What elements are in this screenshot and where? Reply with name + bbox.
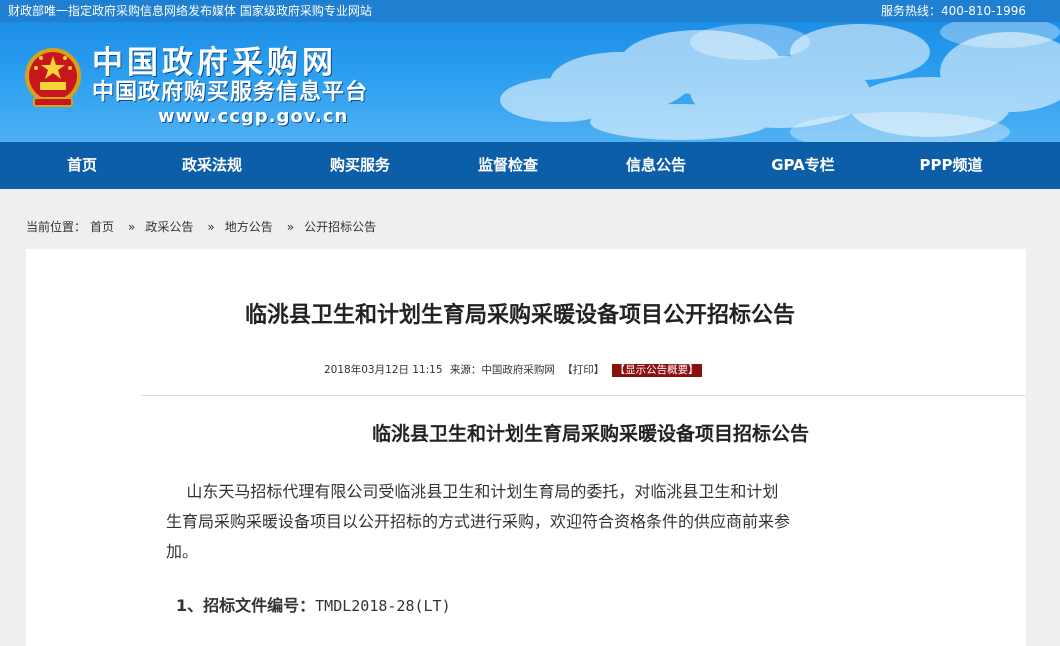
article-meta: 2018年03月12日 11:15 来源：中国政府采购网 【打印】 【显示公告概… (324, 362, 702, 377)
breadcrumb-separator: » (128, 220, 136, 234)
top-info-bar: 财政部唯一指定政府采购信息网络发布媒体 国家级政府采购专业网站 服务热线：400… (0, 0, 1060, 22)
article-title: 临洮县卫生和计划生育局采购采暖设备项目公开招标公告 (244, 303, 795, 328)
tender-number-value: TMDL2018-28(LT) (315, 597, 451, 615)
site-title: 中国政府采购网 (92, 45, 337, 81)
tender-number-label: 1、招标文件编号： (176, 596, 316, 615)
top-info-text: 财政部唯一指定政府采购信息网络发布媒体 国家级政府采购专业网站 (8, 4, 372, 18)
nav-item-announcements[interactable]: 信息公告 (626, 142, 686, 189)
site-banner: 中国政府采购网 中国政府购买服务信息平台 www.ccgp.gov.cn (0, 22, 1060, 142)
service-hotline: 服务热线：400-810-1996 (880, 4, 1026, 18)
paragraph-line: 生育局采购采暖设备项目以公开招标的方式进行采购，欢迎符合资格条件的供应商前来参 (166, 512, 791, 531)
show-summary-button[interactable]: 【显示公告概要】 (611, 364, 702, 377)
article-source: 来源：中国政府采购网 (449, 364, 555, 376)
breadcrumb-link-announcements[interactable]: 政采公告 (145, 220, 193, 234)
nav-item-supervision[interactable]: 监督检查 (478, 142, 538, 189)
nav-item-regulations[interactable]: 政采法规 (182, 142, 242, 189)
site-url: www.ccgp.gov.cn (158, 106, 349, 127)
breadcrumb: 当前位置： 首页 » 政采公告 » 地方公告 » 公开招标公告 (26, 218, 380, 235)
divider (141, 395, 1026, 396)
main-nav: 首页 政采法规 购买服务 监督检查 信息公告 GPA专栏 PPP频道 (0, 142, 1060, 189)
print-link[interactable]: 【打印】 (562, 364, 604, 376)
national-emblem-icon (25, 48, 81, 107)
paragraph-line: 山东天马招标代理有限公司受临洮县卫生和计划生育局的委托，对临洮县卫生和计划 (166, 482, 779, 501)
paragraph-line: 加。 (166, 542, 199, 561)
breadcrumb-prefix: 当前位置： (26, 220, 87, 234)
nav-item-gpa[interactable]: GPA专栏 (771, 142, 835, 189)
document-heading: 临洮县卫生和计划生育局采购采暖设备项目招标公告 (372, 423, 810, 445)
breadcrumb-link-open-tender[interactable]: 公开招标公告 (304, 220, 376, 234)
breadcrumb-separator: » (286, 220, 295, 234)
nav-item-purchase-services[interactable]: 购买服务 (330, 142, 390, 189)
breadcrumb-link-home[interactable]: 首页 (90, 220, 114, 234)
intro-paragraph: 山东天马招标代理有限公司受临洮县卫生和计划生育局的委托，对临洮县卫生和计划 生育… (166, 477, 926, 567)
nav-item-ppp[interactable]: PPP频道 (920, 142, 983, 189)
article-date: 2018年03月12日 11:15 (324, 364, 443, 376)
article-card: 临洮县卫生和计划生育局采购采暖设备项目公开招标公告 2018年03月12日 11… (26, 249, 1026, 646)
breadcrumb-separator: » (207, 220, 215, 234)
site-subtitle: 中国政府购买服务信息平台 (92, 80, 369, 105)
nav-item-home[interactable]: 首页 (67, 142, 97, 189)
breadcrumb-link-local[interactable]: 地方公告 (225, 220, 273, 234)
tender-number-item: 1、招标文件编号：TMDL2018-28(LT) (176, 592, 451, 616)
